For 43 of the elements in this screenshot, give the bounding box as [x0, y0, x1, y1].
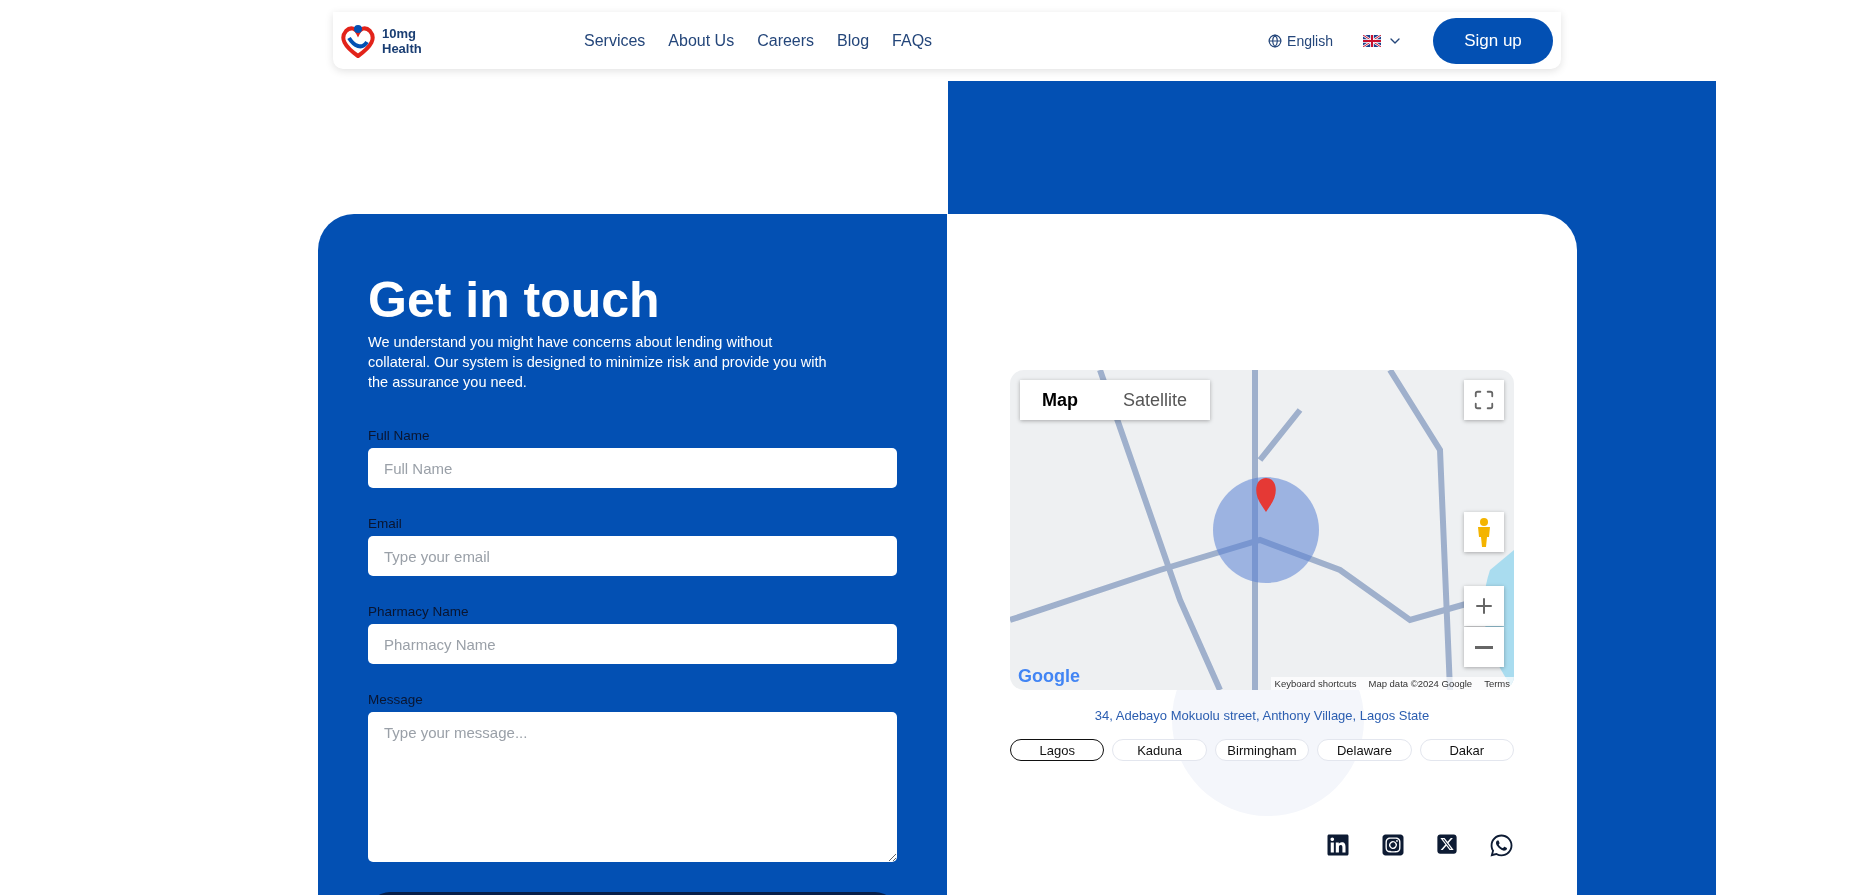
field-label: Email	[368, 516, 403, 531]
location-chip[interactable]: Delaware	[1317, 739, 1412, 761]
contact-title: Get in touch	[368, 271, 661, 330]
language-selector[interactable]: English	[1262, 31, 1339, 50]
logo-icon	[340, 23, 376, 58]
field-label: Message	[368, 692, 424, 707]
map-attribution[interactable]: Keyboard shortcuts	[1274, 678, 1357, 689]
zoom-in-button[interactable]	[1464, 586, 1504, 626]
map-widget[interactable]: Map Satellite Google Keyboard shortcuts Map data ©2024 Google Terms	[1010, 370, 1514, 690]
linkedin-icon[interactable]	[1326, 833, 1350, 858]
location-chip[interactable]: Dakar	[1419, 739, 1515, 761]
map-type-tab[interactable]: Map	[1020, 380, 1100, 420]
input-field[interactable]: Pharmacy Name	[368, 624, 897, 664]
instagram-icon[interactable]	[1381, 833, 1405, 858]
zoom-out-button[interactable]	[1464, 627, 1504, 667]
globe-icon	[1268, 33, 1283, 48]
field-label: Full Name	[368, 428, 431, 443]
input-field[interactable]: Type your email	[368, 536, 897, 576]
map-attribution[interactable]: Map data ©2024 Google	[1368, 678, 1473, 689]
person-icon	[1476, 517, 1492, 547]
contact-description: We understand you might have concerns about lending without collateral. Our system is designed to minimize risk and provide you with the assurance you need.	[368, 333, 828, 392]
signup-button[interactable]: Sign up	[1433, 17, 1553, 64]
field-label: Pharmacy Name	[368, 604, 470, 619]
map-type-tab[interactable]: Satellite	[1100, 380, 1211, 420]
minus-icon	[1475, 645, 1493, 649]
input-field[interactable]: Full Name	[368, 448, 897, 488]
message-field[interactable]: Type your message...	[368, 712, 897, 862]
nav-link[interactable]: About Us	[668, 31, 735, 50]
map-logo: Google	[1018, 666, 1080, 687]
nav-link[interactable]: FAQs	[892, 31, 933, 50]
whatsapp-icon[interactable]	[1489, 833, 1514, 858]
map-attribution[interactable]: Terms	[1484, 678, 1510, 689]
fullscreen-icon	[1473, 389, 1495, 411]
office-address: 34, Adebayo Mokuolu street, Anthony Village, Lagos State	[1093, 708, 1431, 723]
logo-text: 10mg Health	[382, 25, 422, 56]
nav-link[interactable]: Blog	[837, 31, 870, 50]
nav-link[interactable]: Careers	[757, 31, 815, 50]
location-chip[interactable]: Kaduna	[1112, 739, 1207, 761]
flag-icon	[1363, 34, 1381, 47]
nav-link[interactable]: Services	[584, 31, 646, 50]
location-chip[interactable]: Lagos	[1010, 739, 1105, 761]
location-chip[interactable]: Birmingham	[1214, 739, 1310, 761]
fullscreen-button[interactable]	[1464, 380, 1504, 420]
